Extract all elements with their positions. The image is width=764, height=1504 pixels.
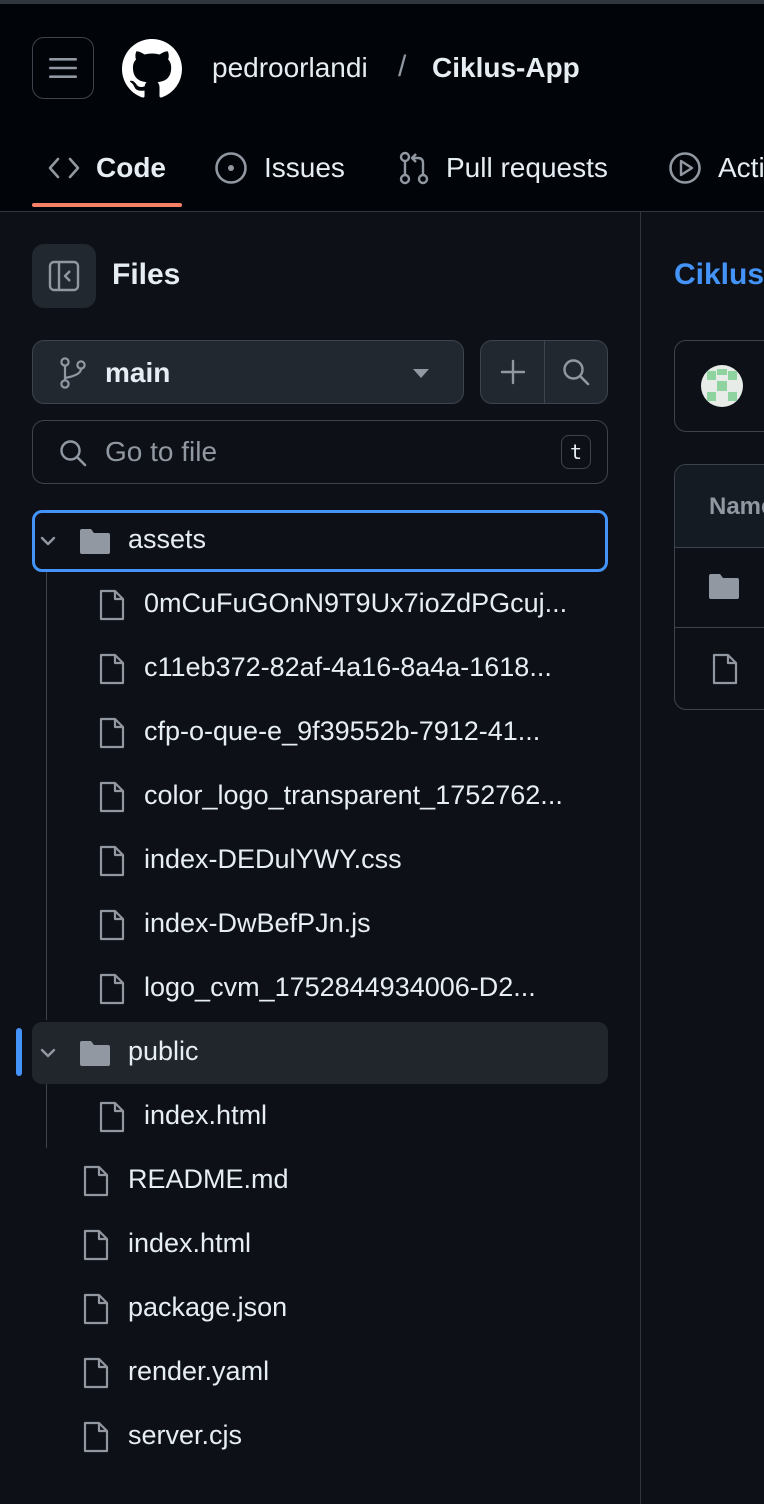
tree-item-label: color_logo_transparent_1752762...: [144, 780, 563, 810]
repo-header: pedroorlandi / Ciklus-App Code Issues Pu…: [0, 4, 764, 212]
repo-title-link[interactable]: Ciklus: [674, 258, 764, 292]
tab-issues-label: Issues: [264, 152, 345, 183]
tree-item-label: public: [128, 1036, 199, 1066]
file-icon: [99, 909, 125, 941]
tree-file-item[interactable]: index.html: [32, 1214, 608, 1276]
identicon-icon: [707, 369, 737, 401]
branch-selector-button[interactable]: main: [32, 340, 464, 404]
tree-folder-public[interactable]: public: [32, 1022, 608, 1084]
tree-item-label: cfp-o-que-e_9f39552b-7912-41...: [144, 716, 541, 746]
file-icon: [83, 1165, 109, 1197]
tree-file-item[interactable]: package.json: [32, 1278, 608, 1340]
git-pull-request-icon: [399, 151, 429, 185]
table-row[interactable]: [675, 547, 764, 628]
tree-item-label: README.md: [128, 1164, 289, 1194]
file-icon: [712, 653, 738, 685]
column-header-name: Name: [709, 493, 764, 520]
tree-item-label: render.yaml: [128, 1356, 270, 1386]
file-icon: [99, 1101, 125, 1133]
breadcrumb-separator: /: [398, 50, 407, 83]
add-file-button[interactable]: [481, 341, 544, 403]
tree-item-label: assets: [128, 524, 207, 554]
tree-file-item[interactable]: cfp-o-que-e_9f39552b-7912-41...: [32, 702, 608, 764]
tab-actions[interactable]: Actions: [668, 124, 764, 212]
active-tab-indicator: [32, 203, 182, 207]
tab-pull-requests[interactable]: Pull requests: [398, 124, 608, 212]
tree-file-item[interactable]: color_logo_transparent_1752762...: [32, 766, 608, 828]
issue-opened-icon: [215, 152, 247, 184]
file-icon: [83, 1421, 109, 1453]
tab-actions-label: Actions: [718, 152, 764, 183]
tree-file-item[interactable]: server.cjs: [32, 1406, 608, 1468]
file-list-table: Name: [674, 464, 764, 710]
tree-item-label: index.html: [144, 1100, 268, 1130]
sidebar-collapse-icon: [48, 260, 80, 292]
file-icon: [83, 1357, 109, 1389]
chevron-down-icon[interactable]: [38, 1043, 58, 1063]
file-icon: [99, 717, 125, 749]
tree-file-item[interactable]: index-DwBefPJn.js: [32, 894, 608, 956]
folder-icon: [80, 529, 110, 554]
tree-item-label: index-DEDulYWY.css: [144, 844, 402, 874]
triangle-down-icon: [413, 369, 429, 378]
tree-file-item[interactable]: index-DEDulYWY.css: [32, 830, 608, 892]
tree-file-item[interactable]: render.yaml: [32, 1342, 608, 1404]
tab-code-label: Code: [96, 152, 166, 183]
avatar[interactable]: [701, 365, 743, 407]
table-row[interactable]: [675, 628, 764, 709]
collapse-sidebar-button[interactable]: [32, 244, 96, 308]
folder-icon: [709, 574, 739, 599]
git-branch-icon: [60, 357, 86, 389]
breadcrumb-repo-link[interactable]: Ciklus-App: [432, 52, 580, 84]
file-icon: [99, 653, 125, 685]
repo-nav-tabs: Code Issues Pull requests Acti: [0, 124, 764, 212]
file-icon: [99, 845, 125, 877]
tab-code[interactable]: Code: [48, 124, 166, 212]
tree-item-label: logo_cvm_1752844934006-D2...: [144, 972, 536, 1002]
go-to-file-field[interactable]: t: [32, 420, 608, 484]
tree-file-item[interactable]: index.html: [32, 1086, 608, 1148]
tree-file-item[interactable]: c11eb372-82af-4a16-8a4a-1618...: [32, 638, 608, 700]
three-bars-icon: [49, 58, 77, 78]
play-icon: [669, 152, 701, 184]
code-icon: [48, 157, 80, 179]
sidebar-divider[interactable]: [640, 212, 641, 1504]
breadcrumb-owner-link[interactable]: pedroorlandi: [212, 52, 368, 84]
plus-icon: [500, 359, 525, 385]
search-icon: [60, 440, 87, 467]
tree-file-item[interactable]: README.md: [32, 1150, 608, 1212]
github-logo-icon[interactable]: [122, 39, 182, 99]
tab-pull-requests-label: Pull requests: [446, 152, 608, 183]
file-icon: [83, 1229, 109, 1261]
keyboard-shortcut-hint: t: [561, 435, 591, 469]
search-code-button[interactable]: [545, 341, 607, 403]
chevron-down-icon[interactable]: [38, 531, 58, 551]
tree-item-label: c11eb372-82af-4a16-8a4a-1618...: [144, 652, 552, 682]
search-icon: [563, 359, 590, 386]
tree-file-item[interactable]: 0mCuFuGOnN9T9Ux7ioZdPGcuj...: [32, 574, 608, 636]
go-to-file-input[interactable]: [105, 431, 545, 473]
tab-issues[interactable]: Issues: [214, 124, 345, 212]
file-icon: [83, 1293, 109, 1325]
tree-item-label: package.json: [128, 1292, 288, 1322]
tree-folder-assets[interactable]: assets: [32, 510, 608, 572]
file-icon: [99, 589, 125, 621]
branch-name: main: [105, 357, 171, 388]
tree-item-label: index-DwBefPJn.js: [144, 908, 371, 938]
folder-icon: [80, 1041, 110, 1066]
file-actions-button-group: [480, 340, 608, 404]
sidebar-title: Files: [112, 258, 181, 291]
table-header: Name: [675, 465, 764, 548]
tree-item-label: server.cjs: [128, 1420, 243, 1450]
file-icon: [99, 781, 125, 813]
tree-file-item[interactable]: logo_cvm_1752844934006-D2...: [32, 958, 608, 1020]
file-icon: [99, 973, 125, 1005]
hamburger-menu-button[interactable]: [32, 37, 94, 99]
selected-item-marker: [16, 1028, 22, 1076]
tree-item-label: index.html: [128, 1228, 252, 1258]
latest-commit-box: [674, 340, 764, 432]
tree-item-label: 0mCuFuGOnN9T9Ux7ioZdPGcuj...: [144, 588, 568, 618]
